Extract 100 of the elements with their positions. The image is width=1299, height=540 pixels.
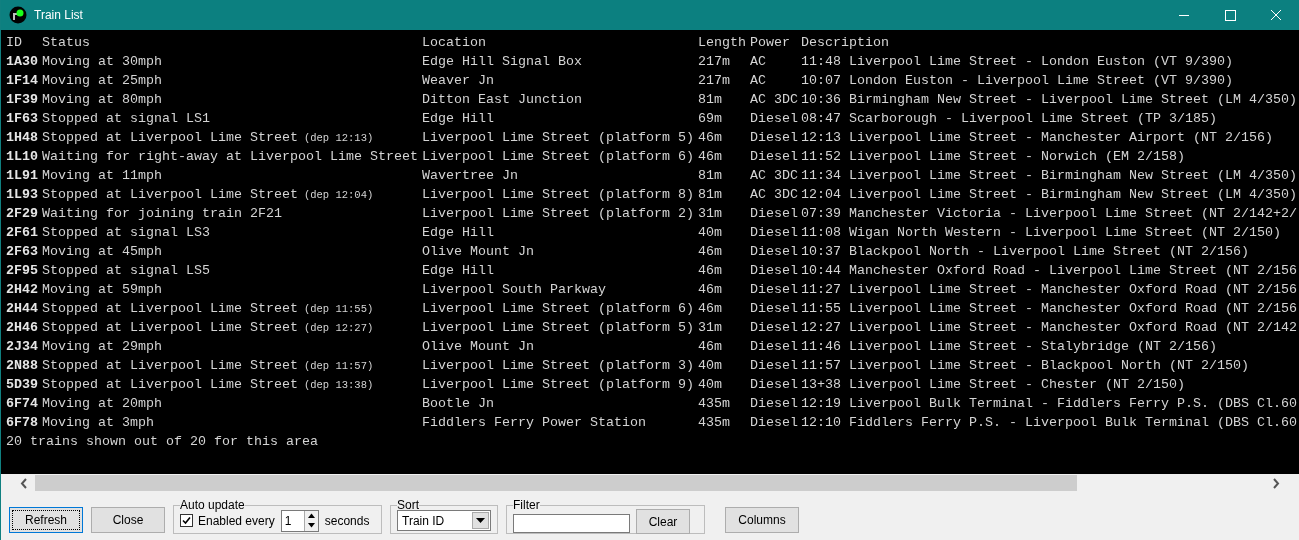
description-text: 11:08 Wigan North Western - Liverpool Lime Street (NT 2/150) xyxy=(801,224,1282,242)
column-header[interactable]: Location xyxy=(422,33,698,52)
power-text: AC 3DC xyxy=(750,167,799,185)
column-header[interactable]: Length xyxy=(698,33,750,52)
description-text: 12:10 Fiddlers Ferry P.S. - Liverpool Bulk Terminal (DBS Cl.60 xyxy=(801,414,1298,432)
unit-label: seconds xyxy=(324,513,370,528)
interval-spinner[interactable]: 1 xyxy=(280,509,319,532)
checkbox[interactable] xyxy=(180,514,193,527)
train-id: 1L93 xyxy=(6,186,39,204)
power-text: Diesel xyxy=(750,262,799,280)
train-id: 2F61 xyxy=(6,224,39,242)
length-text: 217m xyxy=(698,53,731,71)
description-text: 12:27 Liverpool Lime Street - Manchester Oxford Road (NT 2/142 xyxy=(801,319,1298,337)
description-text: 07:39 Manchester Victoria - Liverpool Lime Street (NT 2/142+2/ xyxy=(801,205,1298,223)
location-text: Liverpool Lime Street (platform 5) xyxy=(422,129,695,147)
window-title: Train List xyxy=(34,8,83,22)
length-text: 31m xyxy=(698,319,723,337)
length-text: 81m xyxy=(698,186,723,204)
location-text: Liverpool Lime Street (platform 3) xyxy=(422,357,695,375)
location-text: Edge Hill xyxy=(422,262,495,280)
status-text: Waiting for right-away at Liverpool Lime Street xyxy=(42,149,418,164)
column-header[interactable]: Power xyxy=(750,33,801,52)
train-id: 2J34 xyxy=(6,338,39,356)
location-text: Bootle Jn xyxy=(422,395,495,413)
auto-update-checkbox[interactable]: Enabled every xyxy=(180,513,275,528)
train-id: 1F39 xyxy=(6,91,39,109)
description-text: 10:44 Manchester Oxford Road - Liverpool Lime Street (NT 2/156 xyxy=(801,262,1298,280)
summary-text: 20 trains shown out of 20 for this area xyxy=(6,433,319,451)
length-text: 46m xyxy=(698,148,723,166)
columns-button[interactable]: Columns xyxy=(725,507,799,533)
power-text: Diesel xyxy=(750,357,799,375)
status-text: Moving at 30mph xyxy=(42,54,162,69)
train-id: 5D39 xyxy=(6,376,39,394)
length-text: 81m xyxy=(698,91,723,109)
checkbox-label[interactable]: Enabled every xyxy=(198,513,275,528)
location-text: Liverpool Lime Street (platform 6) xyxy=(422,300,695,318)
length-text: 69m xyxy=(698,110,723,128)
length-text: 435m xyxy=(698,395,731,413)
group-title: Auto update xyxy=(180,500,245,510)
length-text: 81m xyxy=(698,167,723,185)
description-text: 11:52 Liverpool Lime Street - Norwich (EM 2/158) xyxy=(801,148,1186,166)
train-id: 1L91 xyxy=(6,167,39,185)
length-text: 46m xyxy=(698,262,723,280)
power-text: Diesel xyxy=(750,281,799,299)
power-text: Diesel xyxy=(750,243,799,261)
power-text: Diesel xyxy=(750,129,799,147)
description-text: 11:57 Liverpool Lime Street - Blackpool North (NT 2/150) xyxy=(801,357,1250,375)
description-text: 13+38 Liverpool Lime Street - Chester (NT 2/150) xyxy=(801,376,1186,394)
location-text: Ditton East Junction xyxy=(422,91,583,109)
location-text: Olive Mount Jn xyxy=(422,338,535,356)
status-text: Moving at 11mph xyxy=(42,168,162,183)
power-text: Diesel xyxy=(750,338,799,356)
filter-field[interactable] xyxy=(513,514,630,533)
train-id: 1H48 xyxy=(6,129,39,147)
location-text: Edge Hill xyxy=(422,110,495,128)
column-header[interactable]: Status xyxy=(42,33,422,52)
train-id: 2F95 xyxy=(6,262,39,280)
status-text: Moving at 3mph xyxy=(42,415,154,430)
status-text: Stopped at Liverpool Lime Street xyxy=(42,358,298,373)
location-text: Liverpool Lime Street (platform 5) xyxy=(422,319,695,337)
refresh-button[interactable]: Refresh xyxy=(9,507,83,533)
description-text: 10:36 Birmingham New Street - Liverpool Lime Street (LM 4/350) xyxy=(801,91,1298,109)
description-text: 10:37 Blackpool North - Liverpool Lime Street (NT 2/156) xyxy=(801,243,1250,261)
departure-time: (dep 12:04) xyxy=(303,189,374,201)
train-id: 6F74 xyxy=(6,395,39,413)
sort-dropdown[interactable]: Train ID xyxy=(397,510,491,531)
location-text: Liverpool South Parkway xyxy=(422,281,607,299)
description-text: 12:19 Liverpool Bulk Terminal - Fiddlers Ferry P.S. (DBS Cl.60 xyxy=(801,395,1298,413)
status-text: Stopped at signal LS5 xyxy=(42,263,210,278)
power-text: Diesel xyxy=(750,148,799,166)
status-text: Stopped at Liverpool Lime Street xyxy=(42,320,298,335)
close-button[interactable]: Close xyxy=(91,507,165,533)
length-text: 40m xyxy=(698,357,723,375)
length-text: 31m xyxy=(698,205,723,223)
train-id: 1A30 xyxy=(6,53,39,71)
location-text: Fiddlers Ferry Power Station xyxy=(422,414,647,432)
status-text: Moving at 59mph xyxy=(42,282,162,297)
train-id: 2H44 xyxy=(6,300,39,318)
power-text: Diesel xyxy=(750,414,799,432)
location-text: Liverpool Lime Street (platform 8) xyxy=(422,186,695,204)
status-text: Moving at 29mph xyxy=(42,339,162,354)
description-text: 11:55 Liverpool Lime Street - Manchester Oxford Road (NT 2/156 xyxy=(801,300,1298,318)
power-text: Diesel xyxy=(750,395,799,413)
status-text: Moving at 45mph xyxy=(42,244,162,259)
dropdown-arrow-icon[interactable] xyxy=(476,517,485,524)
departure-time: (dep 12:27) xyxy=(303,322,374,334)
length-text: 46m xyxy=(698,281,723,299)
column-header[interactable]: ID xyxy=(6,33,42,52)
train-id: 1F63 xyxy=(6,110,39,128)
location-text: Weaver Jn xyxy=(422,72,495,90)
train-id: 2H46 xyxy=(6,319,39,337)
scrollbar-thumb[interactable] xyxy=(35,475,1077,491)
clear-button[interactable]: Clear xyxy=(636,509,690,534)
description-text: 12:13 Liverpool Lime Street - Manchester Airport (NT 2/156) xyxy=(801,129,1274,147)
power-text: Diesel xyxy=(750,110,799,128)
power-text: Diesel xyxy=(750,205,799,223)
train-id: 2H42 xyxy=(6,281,39,299)
location-text: Wavertree Jn xyxy=(422,167,519,185)
power-text: Diesel xyxy=(750,376,799,394)
column-header[interactable]: Description xyxy=(801,33,1299,52)
